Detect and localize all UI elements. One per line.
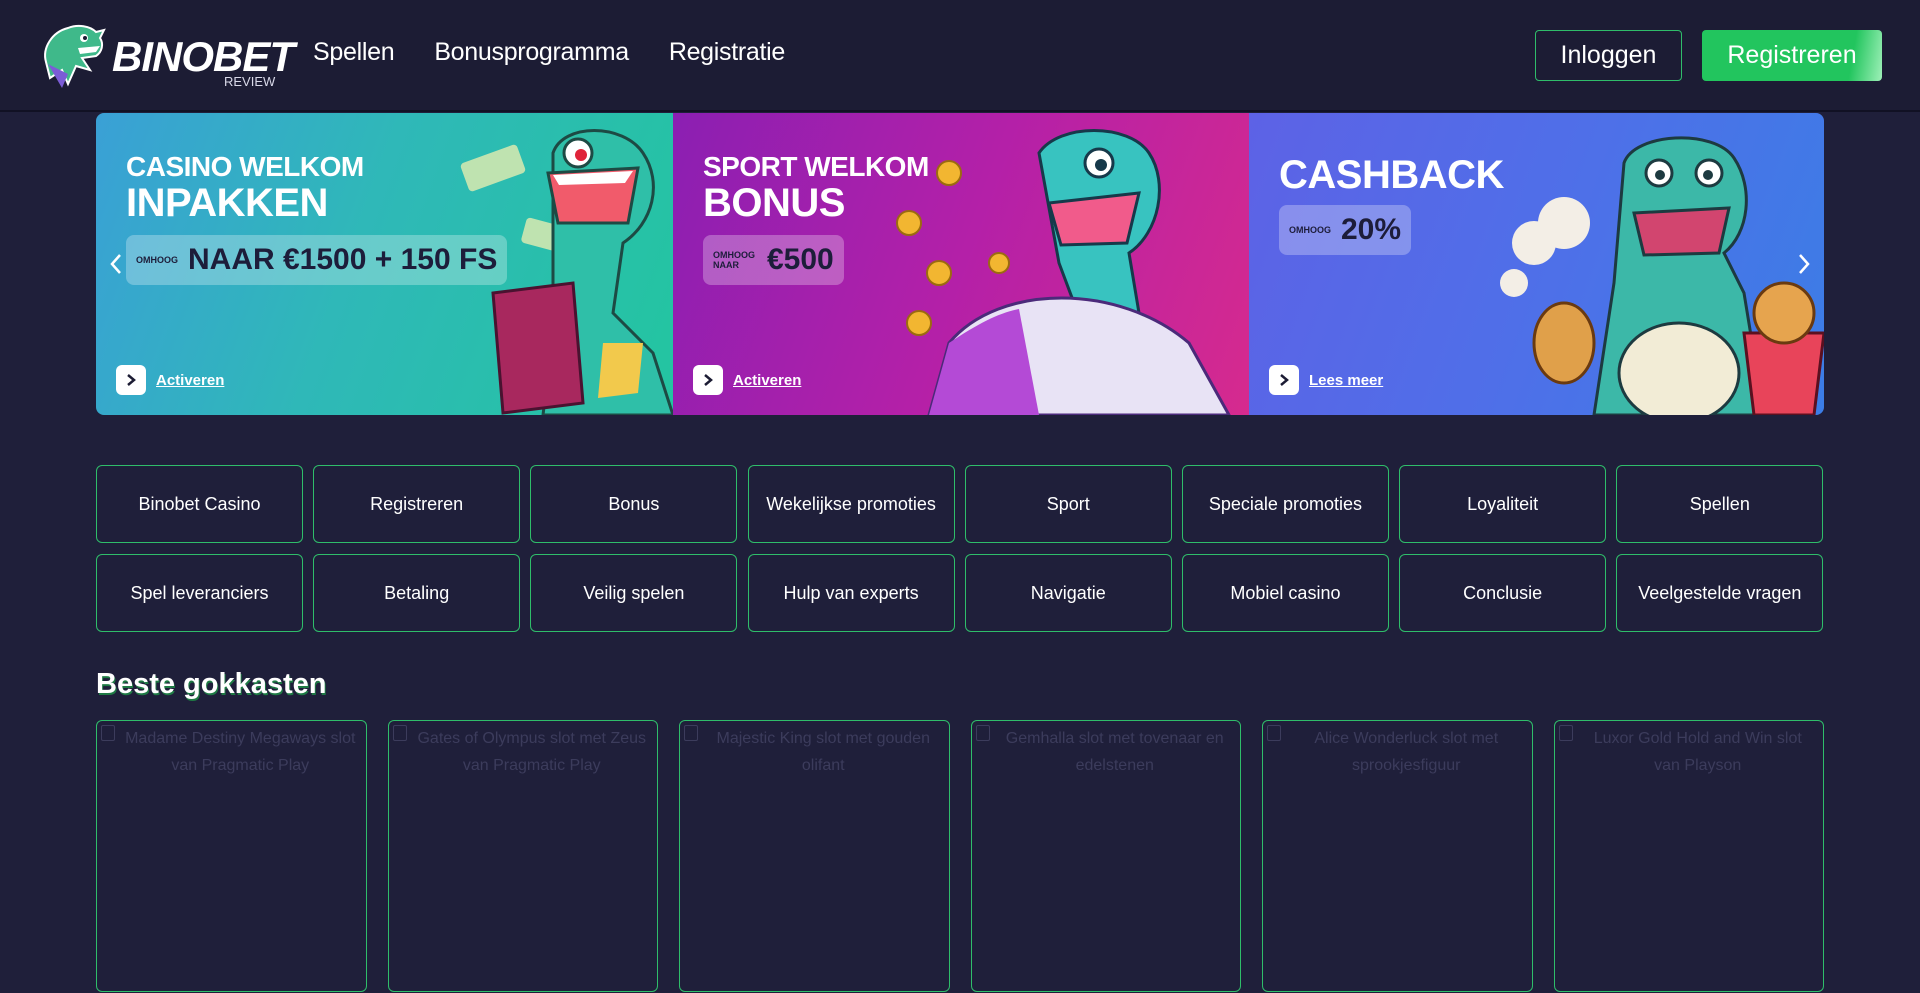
slot-image-alt: Majestic King slot met gouden olifant xyxy=(716,730,930,774)
offer-box: OMHOOG NAAR €1500 + 150 FS xyxy=(126,235,508,285)
banner-kicker: SPORT WELKOM xyxy=(703,151,929,182)
category-mobiel-casino[interactable]: Mobiel casino xyxy=(1181,554,1389,632)
banner-sport-welcome[interactable]: SPORT WELKOM BONUS OMHOOG NAAR €500 Acti… xyxy=(673,113,1249,415)
category-spel-leveranciers[interactable]: Spel leveranciers xyxy=(96,554,303,632)
category-navigatie[interactable]: Navigatie xyxy=(964,554,1172,632)
nav-registratie[interactable]: Registratie xyxy=(669,38,786,67)
register-button[interactable]: Registreren xyxy=(1702,30,1882,81)
offer-box: OMHOOG 20% xyxy=(1279,205,1412,255)
broken-image-icon xyxy=(392,725,407,741)
carousel-next-arrow[interactable] xyxy=(1794,249,1814,279)
nav-bonusprogramma[interactable]: Bonusprogramma xyxy=(434,38,629,67)
slot-image-alt: Gates of Olympus slot met Zeus van Pragm… xyxy=(417,730,647,774)
chevron-right-icon xyxy=(116,365,146,395)
chevron-right-icon xyxy=(1799,254,1810,274)
dinosaur-mascot-icon xyxy=(44,24,106,88)
category-loyaliteit[interactable]: Loyaliteit xyxy=(1399,465,1607,543)
banner-title: BONUS xyxy=(703,181,845,225)
logo-subtext: REVIEW xyxy=(224,74,276,89)
slot-card[interactable]: Luxor Gold Hold and Win slot van Playson xyxy=(1553,720,1824,992)
nav-spellen[interactable]: Spellen xyxy=(313,38,395,67)
banner-casino-welcome[interactable]: CASINO WELKOM INPAKKEN OMHOOG NAAR €1500… xyxy=(96,113,673,415)
category-grid: Binobet Casino Registreren Bonus Wekelij… xyxy=(96,465,1824,632)
offer-small-text: OMHOOG xyxy=(136,255,178,265)
category-bonus[interactable]: Bonus xyxy=(530,465,738,543)
chevron-right-icon xyxy=(693,365,723,395)
category-hulp-van-experts[interactable]: Hulp van experts xyxy=(747,554,955,632)
broken-image-icon xyxy=(101,725,115,741)
slot-card[interactable]: Madame Destiny Megaways slot van Pragmat… xyxy=(96,720,367,992)
binobet-logo[interactable]: BINOBET REVIEW xyxy=(38,18,295,94)
offer-amount: 20% xyxy=(1341,213,1402,246)
slot-cards: Madame Destiny Megaways slot van Pragmat… xyxy=(96,720,1824,993)
category-veilig-spelen[interactable]: Veilig spelen xyxy=(530,554,738,632)
slot-image-alt: Madame Destiny Megaways slot van Pragmat… xyxy=(125,730,356,774)
category-betaling[interactable]: Betaling xyxy=(313,554,521,632)
banner-title: CASHBACK xyxy=(1279,153,1504,197)
site-header: BINOBET REVIEW Spellen Bonusprogramma Re… xyxy=(0,0,1920,112)
category-spellen[interactable]: Spellen xyxy=(1616,465,1824,543)
broken-image-icon xyxy=(975,725,990,741)
category-binobet-casino[interactable]: Binobet Casino xyxy=(96,465,303,543)
slot-image-alt: Luxor Gold Hold and Win slot van Playson xyxy=(1593,730,1802,774)
category-wekelijkse-promoties[interactable]: Wekelijkse promoties xyxy=(747,465,955,543)
slot-image-alt: Gemhalla slot met tovenaar en edelstenen xyxy=(1005,730,1224,774)
dinosaur-rocket-illustration xyxy=(896,129,1231,415)
category-speciale-promoties[interactable]: Speciale promoties xyxy=(1181,465,1389,543)
banner-title: INPAKKEN xyxy=(126,181,328,225)
category-veelgestelde-vragen[interactable]: Veelgestelde vragen xyxy=(1616,554,1824,632)
chevron-right-icon xyxy=(1269,365,1299,395)
category-sport[interactable]: Sport xyxy=(964,465,1172,543)
main-nav: Spellen Bonusprogramma Registratie xyxy=(313,38,785,67)
banner-cashback[interactable]: CASHBACK OMHOOG 20% Lees meer xyxy=(1249,113,1824,415)
read-more-label: Lees meer xyxy=(1309,371,1384,389)
activate-link[interactable]: Activeren xyxy=(116,365,224,395)
login-button[interactable]: Inloggen xyxy=(1535,30,1682,81)
slot-image-alt: Alice Wonderluck slot met sprookjesfiguu… xyxy=(1314,730,1499,774)
offer-small-text: OMHOOG xyxy=(1289,225,1331,235)
offer-amount: €500 xyxy=(767,243,834,276)
activate-label: Activeren xyxy=(156,371,225,389)
section-title-best-slots: Beste gokkasten xyxy=(96,668,327,700)
offer-small-text: OMHOOG NAAR xyxy=(713,250,755,270)
offer-amount: NAAR €1500 + 150 FS xyxy=(188,243,498,276)
activate-label: Activeren xyxy=(733,371,802,389)
broken-image-icon xyxy=(1558,725,1573,741)
chevron-left-icon xyxy=(110,254,121,274)
category-registreren[interactable]: Registreren xyxy=(313,465,521,543)
slot-card[interactable]: Gemhalla slot met tovenaar en edelstenen xyxy=(970,720,1241,992)
slot-card[interactable]: Majestic King slot met gouden olifant xyxy=(679,720,950,992)
slot-card[interactable]: Alice Wonderluck slot met sprookjesfiguu… xyxy=(1262,720,1533,992)
activate-link[interactable]: Activeren xyxy=(693,365,801,395)
dinosaur-chicken-illustration xyxy=(1500,136,1824,415)
read-more-link[interactable]: Lees meer xyxy=(1269,365,1383,395)
carousel-prev-arrow[interactable] xyxy=(106,249,126,279)
promo-carousel: CASINO WELKOM INPAKKEN OMHOOG NAAR €1500… xyxy=(96,113,1824,415)
banner-kicker: CASINO WELKOM xyxy=(126,151,364,182)
broken-image-icon xyxy=(1267,725,1281,741)
broken-image-icon xyxy=(684,725,698,741)
category-conclusie[interactable]: Conclusie xyxy=(1399,554,1607,632)
slot-card[interactable]: Gates of Olympus slot met Zeus van Pragm… xyxy=(387,720,658,992)
offer-box: OMHOOG NAAR €500 xyxy=(703,235,844,285)
